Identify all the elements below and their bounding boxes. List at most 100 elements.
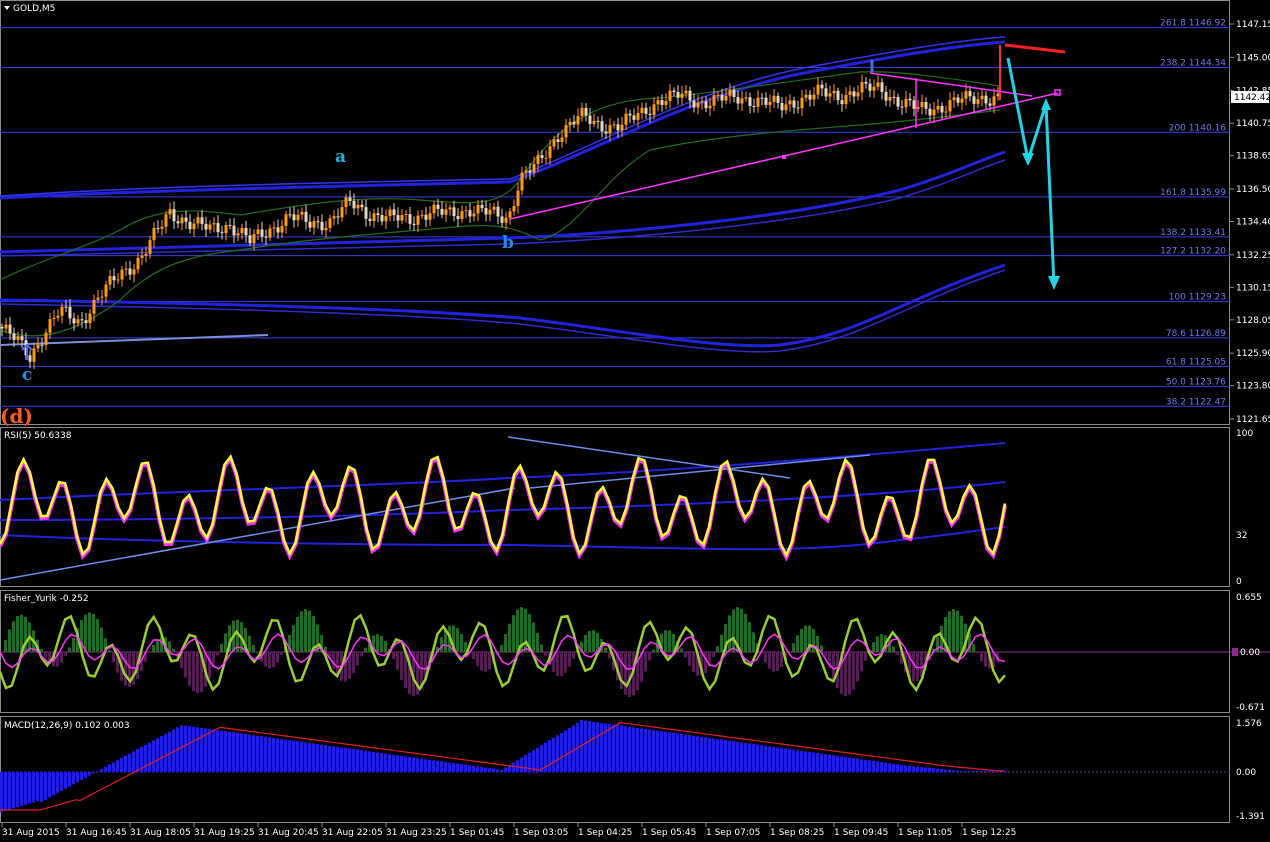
candle-body <box>764 97 768 105</box>
candle-body <box>672 90 676 93</box>
time-tick-label: 1 Sep 03:05 <box>514 828 568 838</box>
fisher-bar <box>764 652 767 663</box>
fisher-bar <box>484 652 487 672</box>
macd-bar <box>268 737 271 772</box>
envelope-bands <box>0 36 1006 353</box>
macd-bar <box>696 736 699 772</box>
chart-canvas[interactable]: GOLD,M5 261.8 1146.92 238.2 1144.34 200 11… <box>0 0 1270 842</box>
fisher-bar <box>456 628 459 652</box>
candle-body <box>40 344 44 346</box>
time-tick-label: 31 Aug 16:45 <box>66 828 127 838</box>
main-price-axis[interactable]: 1147.151145.001142.851140.751138.651136.… <box>1230 20 1270 425</box>
fisher-bar <box>40 649 43 652</box>
fisher-bar <box>668 630 671 652</box>
macd-bar <box>44 772 47 800</box>
arrow-head-2-icon <box>1041 98 1051 110</box>
macd-bar <box>36 772 39 802</box>
candle-body <box>152 227 156 241</box>
macd-bar <box>148 742 151 772</box>
rsi-tick-32: 32 <box>1236 531 1247 541</box>
candle-body <box>700 101 704 103</box>
fisher-bar <box>148 652 151 653</box>
macd-bar <box>128 753 131 772</box>
fisher-bar <box>980 652 983 662</box>
candle-body <box>92 299 96 314</box>
fisher-bar <box>392 652 395 660</box>
fisher-bar <box>296 616 299 652</box>
candle-body <box>820 84 824 89</box>
candle-body <box>620 124 624 131</box>
fisher-bar <box>112 652 115 663</box>
macd-bar <box>464 764 467 772</box>
candle-body <box>612 124 616 126</box>
macd-bar <box>940 769 943 772</box>
price-tick-label: 1128.05 <box>1236 316 1270 326</box>
macd-bar <box>744 742 747 772</box>
price-tick-label: 1140.75 <box>1236 119 1270 129</box>
candle-body <box>204 223 208 230</box>
candle-body <box>868 83 872 91</box>
candle-body <box>344 197 348 208</box>
candles <box>0 45 1001 369</box>
macd-bar <box>92 772 95 774</box>
candle-body <box>28 355 32 362</box>
candle-body <box>380 215 384 222</box>
fisher-bar <box>192 652 195 692</box>
upper-band-blue <box>0 40 1006 200</box>
macd-bar <box>716 739 719 772</box>
fisher-bar <box>460 634 463 652</box>
macd-bar <box>924 767 927 772</box>
candle-body <box>408 214 412 224</box>
fisher-bar <box>744 614 747 652</box>
macd-bar <box>852 758 855 772</box>
menu-triangle-icon[interactable] <box>4 6 10 10</box>
fisher-bar <box>504 634 507 652</box>
fisher-bar <box>812 628 815 652</box>
macd-bar <box>232 732 235 772</box>
macd-bar <box>552 737 555 772</box>
candle-body <box>772 95 776 102</box>
macd-bar <box>816 753 819 772</box>
macd-bar <box>680 734 683 772</box>
macd-bar <box>656 730 659 772</box>
candle-body <box>404 214 408 216</box>
candle-body <box>352 200 356 209</box>
candle-body <box>360 204 364 208</box>
fisher-bar <box>792 643 795 652</box>
candle-body <box>708 105 712 109</box>
fisher-bar <box>848 652 851 695</box>
macd-bar <box>400 755 403 772</box>
macd-bar <box>112 762 115 772</box>
macd-bar <box>640 728 643 772</box>
fisher-bar <box>512 615 515 652</box>
candle-body <box>848 91 852 95</box>
candle-body <box>464 210 468 212</box>
red-resistance-line[interactable] <box>1004 43 1066 54</box>
macd-bar <box>764 745 767 772</box>
candle-body <box>100 296 104 298</box>
rsi-panel: RSI(5) 50.6338 100 32 0 <box>0 429 1253 587</box>
candle-body <box>316 221 320 223</box>
macd-bar <box>276 738 279 772</box>
macd-bar <box>952 770 955 772</box>
projection-zigzag[interactable] <box>1006 57 1056 286</box>
fisher-bar <box>772 652 775 672</box>
macd-bar <box>492 768 495 772</box>
candle-body <box>76 319 80 324</box>
trendline-handle-mid[interactable] <box>782 155 786 159</box>
fib-label-8: 61.8 1125.05 <box>1166 357 1226 367</box>
fisher-title: Fisher_Yurik -0.252 <box>4 594 89 604</box>
candle-body <box>312 221 316 228</box>
candle-body <box>656 100 660 105</box>
candle-body <box>84 320 88 324</box>
candle-body <box>220 232 224 234</box>
time-axis[interactable]: 31 Aug 2015 31 Aug 16:45 31 Aug 18:05 31 Au… <box>1 823 1016 838</box>
macd-bar <box>104 766 107 772</box>
macd-bar <box>368 751 371 772</box>
macd-bar <box>912 766 915 772</box>
macd-bar <box>468 765 471 772</box>
macd-bar <box>812 752 815 772</box>
candle-body <box>340 207 344 218</box>
candle-body <box>248 235 252 244</box>
macd-bar <box>572 725 575 772</box>
